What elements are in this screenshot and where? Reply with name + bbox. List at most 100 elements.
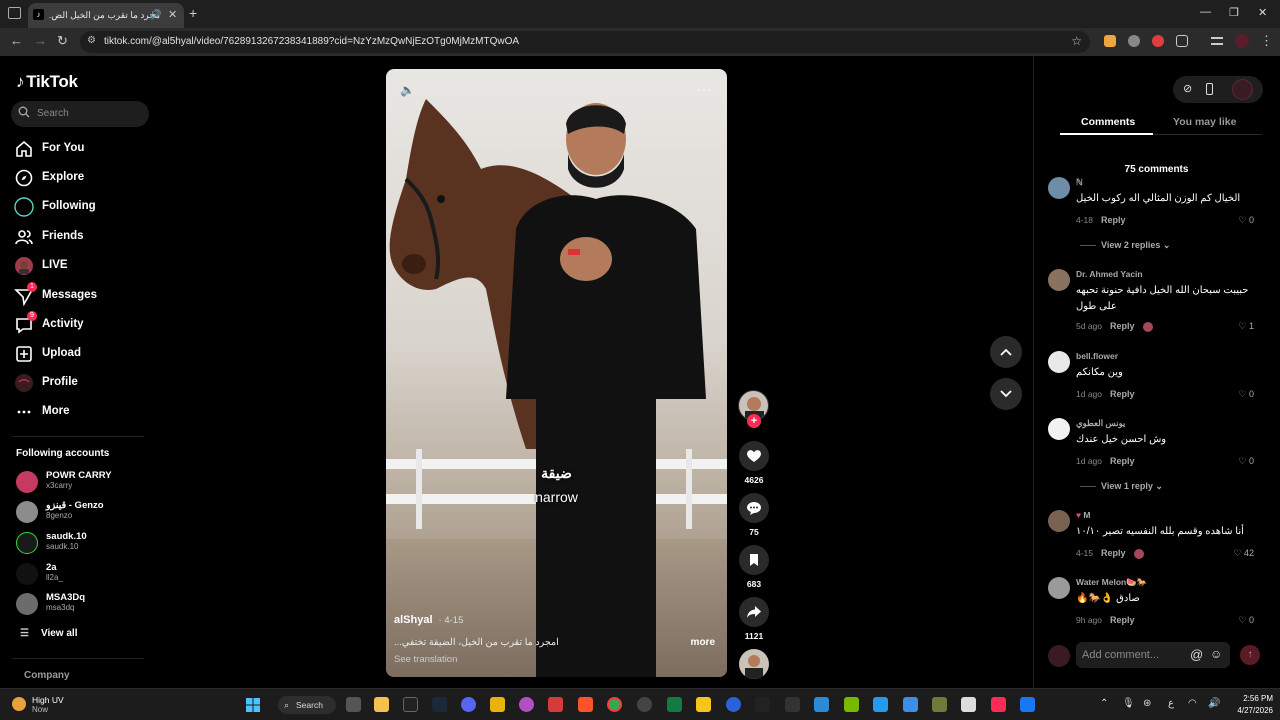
app-icon[interactable] [696, 697, 711, 712]
sidebar-item-messages[interactable]: 1 Messages [14, 282, 154, 307]
description-more-button[interactable]: more [691, 637, 715, 648]
epic-games-icon[interactable] [403, 697, 418, 712]
reading-list-icon[interactable] [1211, 37, 1223, 45]
comment-username[interactable]: Dr. Ahmed Yacin [1076, 269, 1143, 279]
following-account[interactable]: 2a ll2a_ [16, 561, 146, 587]
avatar[interactable] [1048, 177, 1070, 199]
send-comment-button[interactable]: ↑ [1240, 645, 1260, 665]
app-icon[interactable] [814, 697, 829, 712]
address-bar[interactable]: ⚙ tiktok.com/@al5hyal/video/762891326723… [80, 31, 1090, 53]
avatar[interactable] [1048, 418, 1070, 440]
reply-button[interactable]: Reply [1110, 615, 1135, 625]
language-icon[interactable]: ع [1168, 698, 1174, 709]
adobe-icon[interactable] [548, 697, 563, 712]
video-options-icon[interactable]: ··· [696, 81, 713, 97]
speaker-icon[interactable]: 🔊 [1208, 698, 1220, 709]
music-disc-avatar[interactable] [739, 649, 769, 679]
bookmark-star-icon[interactable]: ☆ [1071, 34, 1082, 48]
discord-icon[interactable] [461, 697, 476, 712]
minimize-icon[interactable]: — [1200, 6, 1211, 18]
tiktok-logo[interactable]: ♪ TikTok [16, 72, 78, 92]
comment-like[interactable]: ♡ 0 [1238, 615, 1254, 626]
comment-button[interactable]: 75 [739, 493, 769, 537]
save-button[interactable]: 683 [739, 545, 769, 589]
browser-profile-avatar[interactable] [1235, 34, 1249, 48]
previous-video-button[interactable] [990, 336, 1022, 368]
tiktok-taskbar-icon[interactable] [991, 697, 1006, 712]
following-account[interactable]: MSA3Dq msa3dq [16, 591, 146, 617]
avatar[interactable] [1048, 510, 1070, 532]
view-all-link[interactable]: ☰ View all [20, 628, 77, 639]
ea-icon[interactable] [726, 697, 741, 712]
follow-plus-icon[interactable]: + [747, 414, 761, 428]
excel-icon[interactable] [667, 697, 682, 712]
sidebar-item-activity[interactable]: 9 Activity [14, 311, 154, 336]
back-icon[interactable]: ← [10, 33, 23, 48]
tab-comments[interactable]: Comments [1081, 116, 1135, 128]
shield-extension-icon[interactable] [1128, 35, 1140, 47]
extensions-puzzle-icon[interactable] [1176, 35, 1188, 47]
taskbar-search[interactable]: ⌕ Search [278, 696, 336, 714]
app-icon[interactable] [961, 697, 976, 712]
comment-like[interactable]: ♡ 0 [1238, 456, 1254, 467]
wifi-icon[interactable]: ◠ [1188, 698, 1197, 709]
taskbar-clock[interactable]: 2:56 PM 4/27/2026 [1228, 693, 1273, 717]
steam-icon[interactable] [432, 697, 447, 712]
app-icon[interactable] [785, 697, 800, 712]
avatar[interactable] [1048, 351, 1070, 373]
windows-start-icon[interactable] [246, 698, 260, 712]
tab-actions-icon[interactable] [8, 7, 21, 19]
site-info-icon[interactable]: ⚙ [87, 35, 96, 46]
comment-like[interactable]: ♡ 42 [1233, 548, 1254, 559]
reload-icon[interactable]: ↻ [57, 33, 68, 49]
avatar[interactable] [1048, 577, 1070, 599]
comment-like[interactable]: ♡ 0 [1238, 215, 1254, 226]
extension-icon[interactable] [1104, 35, 1116, 47]
sidebar-item-profile[interactable]: Profile [14, 372, 154, 394]
avatar[interactable] [1048, 269, 1070, 291]
reply-button[interactable]: Reply [1110, 389, 1135, 399]
browser-tab[interactable]: ♪ مجرد ما تقرب من الخيل الض... 🔊 ✕ [28, 3, 184, 28]
sidebar-item-more[interactable]: More [14, 401, 154, 423]
chrome-icon[interactable] [607, 697, 622, 712]
explore-compass-icon[interactable]: ⊘ [1183, 82, 1192, 95]
app-icon[interactable] [755, 697, 770, 712]
sidebar-item-upload[interactable]: Upload [14, 343, 154, 365]
comment-like[interactable]: ♡ 0 [1238, 389, 1254, 400]
see-translation-link[interactable]: See translation [394, 654, 457, 665]
tray-chevron-icon[interactable]: ⌃ [1100, 698, 1108, 709]
search-input[interactable]: Search [11, 101, 149, 127]
app-icon[interactable] [519, 697, 534, 712]
rockstar-icon[interactable] [490, 697, 505, 712]
emoji-icon[interactable]: ☺ [1210, 647, 1222, 661]
app-icon[interactable] [873, 697, 888, 712]
maximize-icon[interactable]: ❐ [1229, 6, 1239, 19]
following-account[interactable]: saudk.10 saudk.10 [16, 530, 146, 556]
app-icon[interactable] [903, 697, 918, 712]
reply-button[interactable]: Reply [1110, 321, 1135, 331]
comment-username[interactable]: Water Melon🍉🐎 [1076, 577, 1147, 588]
comment-username[interactable]: يونس العطوي [1076, 418, 1125, 429]
view-replies-button[interactable]: View 2 replies ⌄ [1080, 240, 1170, 251]
video-player[interactable]: 🔈 ··· ضيقة narrow alShyal · 4-15 ...امجرد… [386, 69, 727, 677]
device-icon[interactable] [1206, 83, 1213, 95]
brave-icon[interactable] [578, 697, 593, 712]
sidebar-item-following[interactable]: Following [14, 196, 154, 218]
window-close-icon[interactable]: ✕ [1258, 6, 1267, 19]
nvidia-icon[interactable] [844, 697, 859, 712]
comment-username[interactable]: bell.flower [1076, 351, 1118, 361]
sidebar-item-explore[interactable]: Explore [14, 167, 154, 189]
tray-app-icon[interactable]: ⊛ [1143, 698, 1151, 709]
microphone-icon[interactable]: 🎙 [1122, 698, 1135, 709]
task-view-icon[interactable] [346, 697, 361, 712]
comment-username[interactable]: ℕ [1076, 177, 1083, 188]
view-replies-button[interactable]: View 1 reply ⌄ [1080, 481, 1163, 492]
sidebar-item-friends[interactable]: Friends [14, 226, 154, 248]
sidebar-item-for-you[interactable]: For You [14, 138, 154, 160]
following-account[interactable]: قينزو - Genzo 8genzo [16, 499, 146, 525]
adblock-extension-icon[interactable] [1152, 35, 1164, 47]
reply-button[interactable]: Reply [1101, 548, 1126, 558]
mention-icon[interactable]: @ [1190, 647, 1203, 662]
app-icon[interactable] [932, 697, 947, 712]
file-explorer-icon[interactable] [374, 697, 389, 712]
